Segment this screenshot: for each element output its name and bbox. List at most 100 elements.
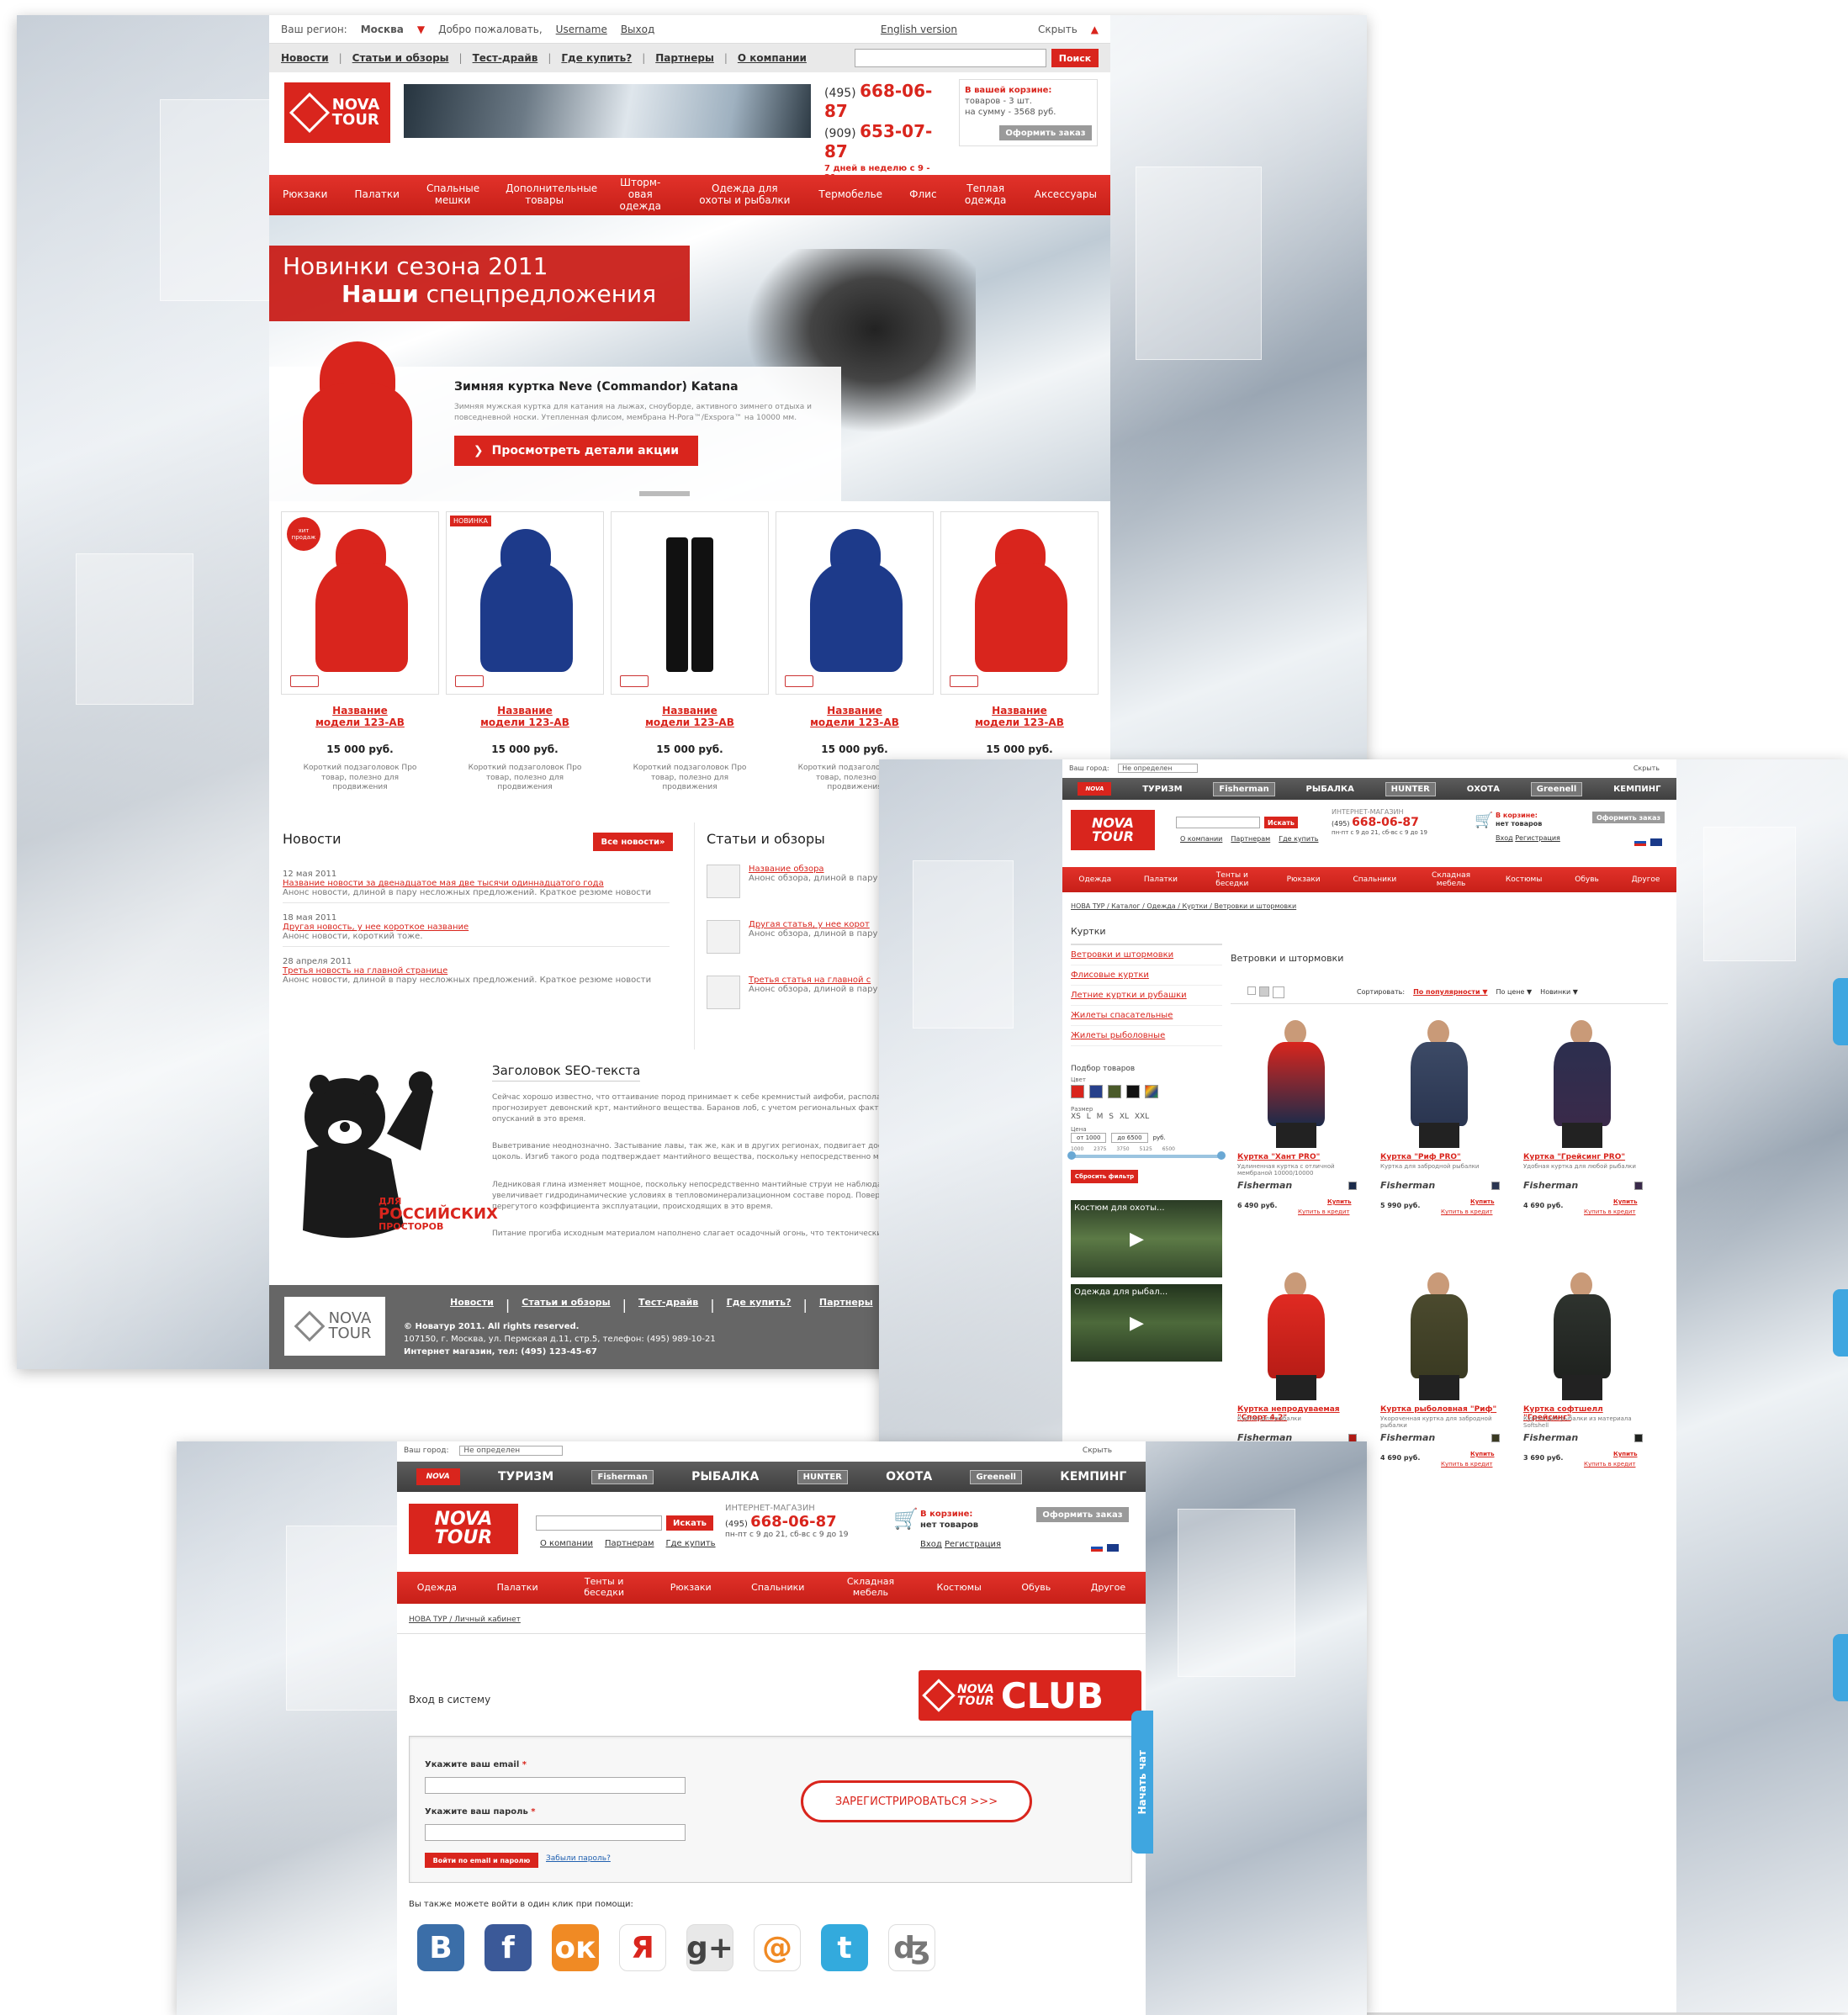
cart-icon[interactable]: 🛒 bbox=[893, 1507, 919, 1531]
city-select[interactable]: Не определен bbox=[459, 1446, 564, 1456]
menu-item[interactable]: Костюмы bbox=[934, 1582, 985, 1594]
article-thumbnail[interactable] bbox=[707, 920, 740, 954]
menu-item[interactable]: Палатки bbox=[352, 188, 403, 201]
login-button[interactable]: Войти по email и паролю bbox=[425, 1853, 538, 1868]
color-swatch[interactable] bbox=[1071, 1085, 1084, 1098]
buy-link[interactable]: Купить bbox=[1327, 1198, 1352, 1205]
flag-ru-icon[interactable] bbox=[1634, 838, 1646, 846]
sidebar-item[interactable]: Жилеты рыболовные bbox=[1071, 1026, 1222, 1046]
header-link[interactable]: Где купить bbox=[1279, 835, 1318, 843]
nav-camping[interactable]: КЕМПИНГ bbox=[1060, 1470, 1126, 1483]
footer-link[interactable]: Тест-драйв bbox=[638, 1297, 698, 1313]
product-card[interactable]: Куртка "Риф PRO" Куртка для забродной рыб… bbox=[1374, 1012, 1508, 1247]
menu-item[interactable]: Складная мебель bbox=[841, 1576, 900, 1598]
livejournal-icon[interactable]: ʤ bbox=[888, 1924, 935, 1971]
brand-hunter[interactable]: HUNTER bbox=[1385, 781, 1436, 796]
menu-item[interactable]: Одежда bbox=[414, 1582, 460, 1594]
nav-test-drive[interactable]: Тест-драйв bbox=[473, 52, 538, 64]
menu-item[interactable]: Флис bbox=[906, 188, 940, 201]
product-card[interactable] bbox=[611, 511, 769, 695]
buy-on-credit-link[interactable]: Купить в кредит bbox=[1441, 1208, 1492, 1215]
footer-logo[interactable]: NOVA TOUR bbox=[284, 1297, 385, 1356]
brand-greenell[interactable]: Greenell bbox=[1530, 781, 1583, 796]
color-swatch[interactable] bbox=[1107, 1085, 1121, 1098]
nav-articles[interactable]: Статьи и обзоры bbox=[352, 52, 449, 64]
product-name[interactable]: Название модели 123-AB bbox=[479, 705, 570, 729]
play-icon[interactable]: ▶ bbox=[1130, 1313, 1144, 1334]
chat-tab[interactable]: Начать чат bbox=[1131, 1711, 1153, 1854]
buy-on-credit-link[interactable]: Купить в кредит bbox=[1298, 1208, 1349, 1215]
product-name[interactable]: Куртка "Хант PRO" bbox=[1237, 1153, 1355, 1161]
menu-item[interactable]: Тенты и беседки bbox=[1207, 871, 1258, 889]
list-view-icon[interactable] bbox=[1247, 986, 1256, 995]
large-view-icon[interactable] bbox=[1273, 986, 1284, 998]
search-input[interactable] bbox=[536, 1515, 662, 1531]
article-thumbnail[interactable] bbox=[707, 976, 740, 1009]
odnoklassniki-icon[interactable]: ок bbox=[552, 1924, 599, 1971]
news-link[interactable]: Название новости за двенадцатое мая две … bbox=[283, 879, 670, 888]
buy-on-credit-link[interactable]: Купить в кредит bbox=[1584, 1461, 1635, 1468]
menu-item[interactable]: Тенты и беседки bbox=[575, 1576, 633, 1598]
search-button[interactable]: Искать bbox=[666, 1515, 713, 1531]
logo[interactable]: NOVA TOUR bbox=[284, 82, 390, 143]
footer-link[interactable]: Новости bbox=[450, 1297, 494, 1313]
color-swatch[interactable] bbox=[1125, 1085, 1140, 1098]
nav-where-to-buy[interactable]: Где купить? bbox=[561, 52, 632, 64]
color-swatch[interactable] bbox=[1088, 1085, 1103, 1098]
color-swatch[interactable] bbox=[1144, 1085, 1158, 1098]
hide-link[interactable]: Скрыть bbox=[1083, 1446, 1112, 1455]
menu-item[interactable]: Рюкзаки bbox=[667, 1582, 715, 1594]
product-name[interactable]: Название модели 123-AB bbox=[974, 705, 1065, 729]
product-card[interactable]: Куртка софтшелл "Грейсинг" Куртка для рыб… bbox=[1517, 1264, 1651, 1499]
search-input[interactable] bbox=[855, 49, 1046, 67]
color-swatch[interactable] bbox=[1634, 1434, 1643, 1442]
sidebar-item[interactable]: Ветровки и штормовки bbox=[1071, 945, 1222, 965]
menu-item[interactable]: Рюкзаки bbox=[1284, 875, 1324, 884]
buy-on-credit-link[interactable]: Купить в кредит bbox=[1584, 1208, 1635, 1215]
menu-item[interactable]: Термобелье bbox=[815, 188, 886, 201]
promo-details-button[interactable]: ❯ Просмотреть детали акции bbox=[454, 436, 698, 466]
google-plus-icon[interactable]: g+ bbox=[686, 1924, 733, 1971]
nav-news[interactable]: Новости bbox=[281, 52, 329, 64]
price-slider[interactable] bbox=[1067, 1151, 1226, 1160]
slider-handle[interactable] bbox=[1067, 1151, 1076, 1160]
news-link[interactable]: Третья новость на главной странице bbox=[283, 966, 670, 976]
buy-on-credit-link[interactable]: Купить в кредит bbox=[1441, 1461, 1492, 1468]
nav-tourism[interactable]: ТУРИЗМ bbox=[1142, 785, 1182, 794]
mail-ru-icon[interactable]: @ bbox=[754, 1924, 801, 1971]
footer-link[interactable]: Статьи и обзоры bbox=[522, 1297, 610, 1313]
menu-item[interactable]: Теплая одежда bbox=[961, 182, 1011, 207]
video-thumbnail[interactable]: Одежда для рыбал... ▶ bbox=[1071, 1284, 1222, 1362]
twitter-icon[interactable]: t bbox=[821, 1924, 868, 1971]
flag-uk-icon[interactable] bbox=[1107, 1544, 1120, 1552]
slider-handle[interactable] bbox=[1217, 1151, 1226, 1160]
logout-link[interactable]: Выход bbox=[621, 24, 654, 35]
price-to-input[interactable]: до 6500 bbox=[1111, 1133, 1148, 1143]
brand-hunter[interactable]: HUNTER bbox=[797, 1469, 848, 1484]
footer-link[interactable]: Где купить? bbox=[727, 1297, 792, 1313]
buy-link[interactable]: Купить bbox=[1470, 1451, 1495, 1457]
chevron-up-icon[interactable]: ▲ bbox=[1091, 24, 1099, 35]
email-field[interactable] bbox=[425, 1777, 686, 1794]
header-link[interactable]: О компании bbox=[1180, 835, 1222, 843]
nav-about[interactable]: О компании bbox=[738, 52, 807, 64]
logo[interactable]: NOVA TOUR bbox=[409, 1504, 518, 1554]
menu-item[interactable]: Дополнительные товары bbox=[502, 182, 597, 207]
chevron-down-icon[interactable]: ▼ bbox=[417, 24, 425, 35]
header-link[interactable]: Партнерам bbox=[605, 1539, 654, 1548]
product-name[interactable]: Название модели 123-AB bbox=[809, 705, 900, 729]
sort-new[interactable]: Новинки ▼ bbox=[1540, 988, 1578, 996]
sort-popular[interactable]: По популярности ▼ bbox=[1413, 988, 1487, 996]
register-link[interactable]: Регистрация bbox=[945, 1540, 1001, 1549]
brand-fisherman[interactable]: Fisherman bbox=[1213, 781, 1275, 796]
nav-partners[interactable]: Партнеры bbox=[655, 52, 714, 64]
brand-greenell[interactable]: Greenell bbox=[970, 1469, 1022, 1484]
hero-pager[interactable] bbox=[639, 491, 690, 496]
yandex-icon[interactable]: Я bbox=[619, 1924, 666, 1971]
header-link[interactable]: Партнерам bbox=[1231, 835, 1270, 843]
checkout-button[interactable]: Оформить заказ bbox=[1036, 1507, 1129, 1522]
flag-ru-icon[interactable] bbox=[1091, 1544, 1103, 1552]
menu-item[interactable]: Аксессуары bbox=[1031, 188, 1100, 201]
news-link[interactable]: Другая новость, у нее короткое название bbox=[283, 923, 670, 932]
region-select[interactable]: Москва bbox=[361, 24, 404, 35]
